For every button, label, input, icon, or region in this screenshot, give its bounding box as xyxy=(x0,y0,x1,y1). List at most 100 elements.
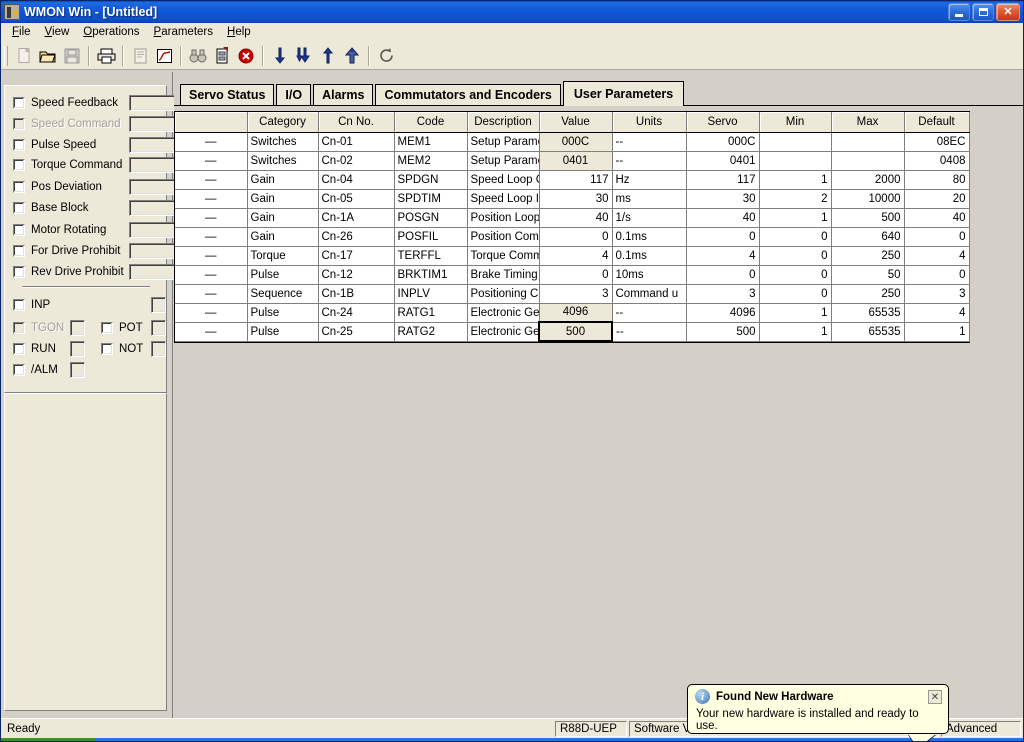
cell-marker[interactable]: — xyxy=(175,303,248,323)
tab-servo-status[interactable]: Servo Status xyxy=(180,84,275,105)
column-header-category[interactable]: Category xyxy=(247,112,319,133)
tab-alarms[interactable]: Alarms xyxy=(313,84,374,105)
monitor-row-pulse-speed[interactable]: Pulse Speed xyxy=(13,137,96,153)
close-button[interactable]: ✕ xyxy=(996,3,1020,21)
checkbox-speed-feedback[interactable] xyxy=(13,97,25,109)
cell-marker[interactable]: — xyxy=(175,170,248,190)
column-header-marker[interactable] xyxy=(175,112,248,133)
found-new-hardware-balloon[interactable]: i Found New Hardware ✕ Your new hardware… xyxy=(687,684,949,741)
monitor-row-speed-feedback[interactable]: Speed Feedback xyxy=(13,95,118,111)
maximize-button[interactable] xyxy=(972,3,994,21)
cell-marker[interactable]: — xyxy=(175,322,248,342)
minimize-button[interactable] xyxy=(948,3,970,21)
column-header-value[interactable]: Value xyxy=(539,112,613,133)
checkbox-for-drive-prohibit[interactable] xyxy=(13,245,25,257)
checkbox-not[interactable] xyxy=(101,343,113,355)
cell-marker[interactable]: — xyxy=(175,227,248,247)
cell-marker[interactable]: — xyxy=(175,151,248,171)
start-button[interactable] xyxy=(1,738,96,741)
signal-row-tgon[interactable]: TGON xyxy=(13,320,64,336)
signal-row-not[interactable]: NOT xyxy=(101,341,143,357)
menu-item-help[interactable]: Help xyxy=(220,24,258,40)
cell-value[interactable]: 500 xyxy=(538,321,613,342)
menu-item-operations[interactable]: Operations xyxy=(76,24,146,40)
checkbox-rev-drive-prohibit[interactable] xyxy=(13,266,25,278)
checkbox-torque-command[interactable] xyxy=(13,159,25,171)
monitor-row-speed-command[interactable]: Speed Command xyxy=(13,116,121,132)
table-row[interactable]: —TorqueCn-17TERFFLTorque Comma40.1ms4025… xyxy=(175,246,970,266)
checkbox-run[interactable] xyxy=(13,343,25,355)
column-header-units[interactable]: Units xyxy=(612,112,687,133)
cell-value[interactable]: 4096 xyxy=(538,302,613,323)
checkbox-alm[interactable] xyxy=(13,364,25,376)
table-row[interactable]: —SwitchesCn-01MEM1Setup Parameter000C--0… xyxy=(175,131,970,152)
find-binoculars-icon[interactable] xyxy=(186,44,210,68)
column-header-description[interactable]: Description xyxy=(467,112,540,133)
signal-row-inp[interactable]: INP xyxy=(13,297,50,313)
signal-row-run[interactable]: RUN xyxy=(13,341,56,357)
upload-all-icon[interactable] xyxy=(340,44,364,68)
table-row[interactable]: —GainCn-05SPDTIMSpeed Loop Int30ms302100… xyxy=(175,189,970,209)
cell-value[interactable]: 4 xyxy=(539,246,613,266)
table-row[interactable]: — Pulse Cn-24 RATG1 Electronic Ge 4096 -- 4096 1… xyxy=(175,302,970,323)
monitor-row-motor-rotating[interactable]: Motor Rotating xyxy=(13,222,106,238)
cell-value[interactable]: 40 xyxy=(539,208,613,228)
parameter-edit-icon[interactable] xyxy=(210,44,234,68)
signal-row-alm[interactable]: /ALM xyxy=(13,362,58,378)
checkbox-inp[interactable] xyxy=(13,299,25,311)
column-header-cn-no[interactable]: Cn No. xyxy=(318,112,395,133)
download-single-icon[interactable] xyxy=(268,44,292,68)
cell-marker[interactable]: — xyxy=(175,189,248,209)
monitor-row-pos-deviation[interactable]: Pos Deviation xyxy=(13,179,102,195)
trace-graph-icon[interactable] xyxy=(152,44,176,68)
upload-single-icon[interactable] xyxy=(316,44,340,68)
table-row[interactable]: — Pulse Cn-12 BRKTIM1 Brake Timing 0 10ms 0 0 50 0 xyxy=(175,265,970,285)
cell-value[interactable]: 30 xyxy=(539,189,613,209)
column-header-default[interactable]: Default xyxy=(904,112,970,133)
report-icon[interactable] xyxy=(128,44,152,68)
monitor-row-base-block[interactable]: Base Block xyxy=(13,200,89,216)
checkbox-tgon[interactable] xyxy=(13,322,25,334)
monitor-row-rev-drive-prohibit[interactable]: Rev Drive Prohibit xyxy=(13,264,124,280)
cell-value[interactable]: 000C xyxy=(538,131,613,152)
tab-user-parameters[interactable]: User Parameters xyxy=(562,81,685,106)
stop-alarm-icon[interactable] xyxy=(234,44,258,68)
column-header-min[interactable]: Min xyxy=(759,112,832,133)
cell-marker[interactable]: — xyxy=(175,208,248,228)
save-disk-icon[interactable] xyxy=(60,44,84,68)
print-icon[interactable] xyxy=(94,44,118,68)
menu-item-file[interactable]: File xyxy=(5,24,38,40)
checkbox-pos-deviation[interactable] xyxy=(13,181,25,193)
column-header-max[interactable]: Max xyxy=(831,112,905,133)
table-row[interactable]: — Gain Cn-1A POSGN Position Loop 40 1/s 40 1 500 4… xyxy=(175,208,970,228)
checkbox-speed-command[interactable] xyxy=(13,118,25,130)
cell-value[interactable]: 3 xyxy=(539,284,613,304)
toolbar-grip[interactable] xyxy=(4,45,8,66)
monitor-row-for-drive-prohibit[interactable]: For Drive Prohibit xyxy=(13,243,120,259)
cell-value[interactable]: 117 xyxy=(539,170,613,190)
tab-commutators-and-encoders[interactable]: Commutators and Encoders xyxy=(375,84,561,105)
menu-item-view[interactable]: View xyxy=(38,24,77,40)
table-row[interactable]: — Pulse Cn-25 RATG2 Electronic Ge 500 -- 500 1 65… xyxy=(175,321,970,342)
cell-value[interactable]: 0401 xyxy=(538,150,613,171)
checkbox-base-block[interactable] xyxy=(13,202,25,214)
table-row[interactable]: —GainCn-26POSFILPosition Comm00.1ms00640… xyxy=(175,227,970,247)
cell-marker[interactable]: — xyxy=(175,246,248,266)
table-row[interactable]: — Sequence Cn-1B INPLV Positioning C 3 Command… xyxy=(175,284,970,304)
tab-io[interactable]: I/O xyxy=(276,84,312,105)
refresh-icon[interactable] xyxy=(374,44,398,68)
cell-value[interactable]: 0 xyxy=(539,265,613,285)
menu-item-parameters[interactable]: Parameters xyxy=(147,24,220,40)
cell-marker[interactable]: — xyxy=(175,132,248,152)
monitor-row-torque-command[interactable]: Torque Command xyxy=(13,157,122,173)
checkbox-pot[interactable] xyxy=(101,322,113,334)
cell-marker[interactable]: — xyxy=(175,265,248,285)
table-row[interactable]: —SwitchesCn-02MEM2Setup Parameter0401--0… xyxy=(175,150,970,171)
download-all-icon[interactable] xyxy=(292,44,316,68)
balloon-close-button[interactable]: ✕ xyxy=(928,690,942,704)
checkbox-motor-rotating[interactable] xyxy=(13,224,25,236)
cell-value[interactable]: 0 xyxy=(539,227,613,247)
checkbox-pulse-speed[interactable] xyxy=(13,139,25,151)
column-header-code[interactable]: Code xyxy=(394,112,468,133)
signal-row-pot[interactable]: POT xyxy=(101,320,143,336)
